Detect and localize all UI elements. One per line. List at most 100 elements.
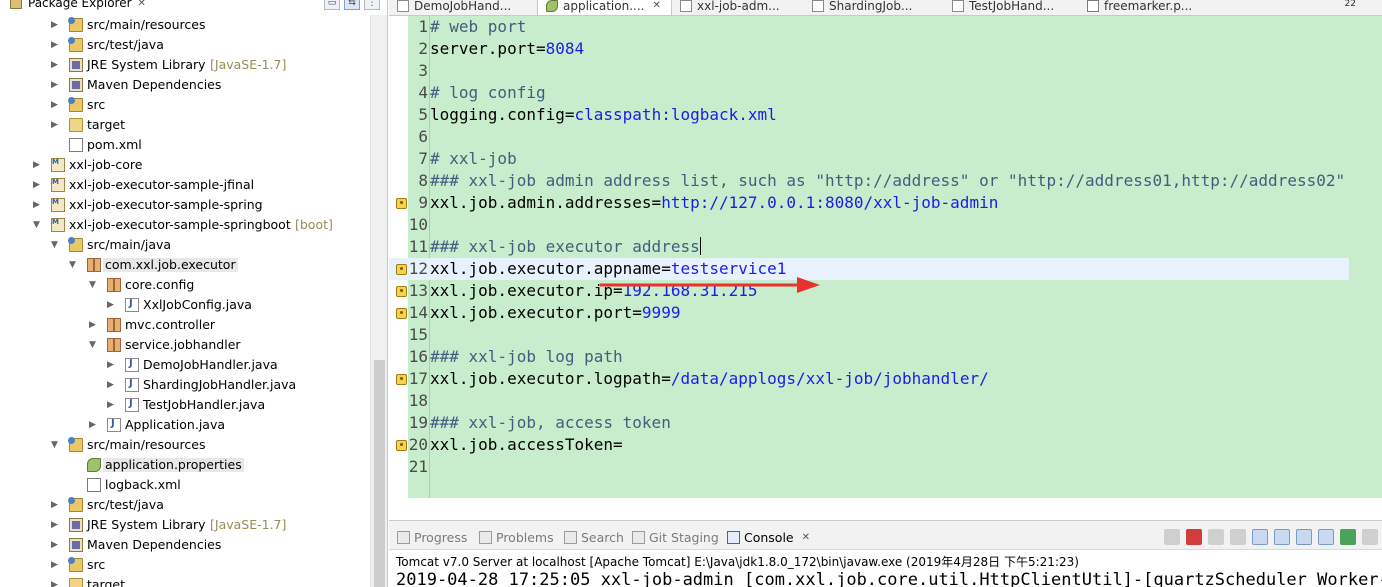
tree-item[interactable]: ▶ xxl-job-executor-sample-spring (0, 195, 370, 215)
tree-item[interactable]: ▶ Maven Dependencies (0, 75, 370, 95)
scroll-lock-icon[interactable] (1252, 529, 1268, 545)
chevron-right-icon[interactable]: ▶ (51, 59, 61, 71)
code-line[interactable]: 11 ### xxl-job executor address (409, 236, 1382, 258)
code-line[interactable]: 7 # xxl-job (418, 148, 1382, 170)
chevron-right-icon[interactable]: ▶ (33, 159, 43, 171)
tree-item[interactable]: ▼ com.xxl.job.executor (0, 255, 370, 275)
editor-tab[interactable]: freemarker.p... (1079, 0, 1229, 15)
tree-item[interactable]: ▶ xxl-job-core (0, 155, 370, 175)
code-line[interactable]: 13 xxl.job.executor.ip=192.168.31.215 (396, 280, 1382, 302)
chevron-right-icon[interactable]: ▶ (33, 179, 43, 191)
tree-item[interactable]: ▶ Maven Dependencies (0, 535, 370, 555)
pin-console-icon[interactable] (1340, 529, 1356, 545)
tab-console[interactable]: Console ✕ (727, 528, 810, 546)
code-line[interactable]: 15 (409, 324, 1382, 346)
tree-item[interactable]: ▶ JRE System Library [JavaSE-1.7] (0, 55, 370, 75)
code-line[interactable]: 5 logging.config=classpath:logback.xml (418, 104, 1382, 126)
code-line[interactable]: 8 ### xxl-job admin address list, such as… (418, 170, 1382, 192)
clear-console-icon[interactable] (1230, 529, 1246, 545)
editor-tab[interactable]: xxl-job-adm... (672, 0, 804, 15)
code-line[interactable]: 20 xxl.job.accessToken= (396, 434, 1382, 456)
terminate-icon[interactable] (1186, 529, 1202, 545)
tree-item[interactable]: ▶ ShardingJobHandler.java (0, 375, 370, 395)
chevron-right-icon[interactable]: ▶ (51, 519, 61, 531)
editor-tab[interactable]: DemoJobHand... (389, 0, 537, 15)
warning-marker-icon[interactable] (396, 308, 407, 319)
chevron-right-icon[interactable]: ▶ (51, 99, 61, 111)
warning-marker-icon[interactable] (396, 198, 407, 209)
code-line[interactable]: 4 # log config (418, 82, 1382, 104)
tree-item[interactable]: application.properties (0, 455, 370, 475)
code-line[interactable]: 2 server.port=8084 (418, 38, 1382, 60)
code-line[interactable]: 16 ### xxl-job log path (409, 346, 1382, 368)
tree-item[interactable]: ▶ target (0, 115, 370, 135)
collapse-all-icon[interactable]: ▭ (324, 0, 340, 10)
code-line[interactable]: 9 xxl.job.admin.addresses=http://127.0.0.… (396, 192, 1382, 214)
chevron-right-icon[interactable]: ▶ (51, 539, 61, 551)
code-line[interactable]: 1 # web port (418, 16, 1382, 38)
chevron-right-icon[interactable]: ▶ (107, 379, 117, 391)
tree-item[interactable]: ▶ src (0, 95, 370, 115)
tab-git-staging[interactable]: Git Staging (632, 528, 719, 546)
editor-tab[interactable]: ShardingJob... (804, 0, 944, 15)
tree-item[interactable]: ▼ src/main/java (0, 235, 370, 255)
properties-editor[interactable]: 1 # web port 2 server.port=8084 3 4 # log conf… (389, 16, 1382, 498)
chevron-right-icon[interactable]: ▶ (51, 119, 61, 131)
warning-marker-icon[interactable] (396, 440, 407, 451)
code-line[interactable]: 14 xxl.job.executor.port=9999 (396, 302, 1382, 324)
chevron-right-icon[interactable]: ▶ (51, 559, 61, 571)
chevron-right-icon[interactable]: ▶ (89, 319, 99, 331)
code-line[interactable]: 12 xxl.job.executor.appname=testservice1 (396, 258, 1382, 280)
chevron-right-icon[interactable]: ▶ (51, 499, 61, 511)
tab-search[interactable]: Search (564, 528, 624, 546)
code-line[interactable]: 19 ### xxl-job, access token (409, 412, 1382, 434)
chevron-down-icon[interactable]: ▼ (51, 239, 61, 251)
tab-progress[interactable]: Progress (397, 528, 467, 546)
chevron-right-icon[interactable]: ▶ (51, 19, 61, 31)
display-selected-console-icon[interactable] (1318, 529, 1334, 545)
code-line[interactable]: 17 xxl.job.executor.logpath=/data/applogs… (396, 368, 1382, 390)
tree-item[interactable]: ▶ DemoJobHandler.java (0, 355, 370, 375)
code-area[interactable]: 1 # web port 2 server.port=8084 3 4 # log conf… (396, 16, 1382, 478)
hidden-tab-count[interactable]: 22 (1345, 0, 1356, 9)
tab-problems[interactable]: Problems (479, 528, 554, 546)
tree-item[interactable]: ▶ src/main/resources (0, 15, 370, 35)
close-icon[interactable]: ✕ (802, 532, 810, 543)
chevron-right-icon[interactable]: ▶ (51, 39, 61, 51)
chevron-down-icon[interactable]: ▼ (89, 339, 99, 351)
tree-item[interactable]: ▼ src/main/resources (0, 435, 370, 455)
tree-item[interactable]: ▼ xxl-job-executor-sample-springboot [boot… (0, 215, 370, 235)
editor-tab[interactable]: TestJobHand... (944, 0, 1079, 15)
open-console-icon[interactable] (1362, 529, 1378, 545)
chevron-down-icon[interactable]: ▼ (33, 219, 43, 231)
remove-all-terminated-icon[interactable] (1208, 529, 1224, 545)
close-icon[interactable]: ✕ (652, 0, 660, 11)
chevron-right-icon[interactable]: ▶ (107, 399, 117, 411)
tree-item[interactable]: ▶ src/test/java (0, 35, 370, 55)
show-console-on-output-icon[interactable] (1296, 529, 1312, 545)
chevron-right-icon[interactable]: ▶ (51, 79, 61, 91)
editor-tab[interactable]: application.... ✕ (537, 0, 672, 15)
code-line[interactable]: 3 (418, 60, 1382, 82)
tree-item[interactable]: ▶ src (0, 555, 370, 575)
tree-item[interactable]: logback.xml (0, 475, 370, 495)
tree-item[interactable]: ▶ src/test/java (0, 495, 370, 515)
tree-item[interactable]: ▶ JRE System Library [JavaSE-1.7] (0, 515, 370, 535)
chevron-down-icon[interactable]: ▼ (89, 279, 99, 291)
warning-marker-icon[interactable] (396, 286, 407, 297)
view-menu-icon[interactable]: ⋮ (364, 0, 380, 10)
warning-marker-icon[interactable] (396, 374, 407, 385)
tree-item[interactable]: ▶ xxl-job-executor-sample-jfinal (0, 175, 370, 195)
code-line[interactable]: 21 (409, 456, 1382, 478)
close-icon[interactable]: ✕ (138, 0, 146, 9)
tree-item[interactable]: ▶ target (0, 575, 370, 587)
chevron-right-icon[interactable]: ▶ (107, 359, 117, 371)
tree-item[interactable]: ▼ service.jobhandler (0, 335, 370, 355)
tree-item[interactable]: ▶ mvc.controller (0, 315, 370, 335)
tab-package-explorer[interactable]: Package Explorer ✕ (0, 0, 146, 12)
chevron-down-icon[interactable]: ▼ (69, 259, 79, 271)
chevron-down-icon[interactable]: ▼ (51, 439, 61, 451)
tree-item[interactable]: pom.xml (0, 135, 370, 155)
chevron-right-icon[interactable]: ▶ (33, 199, 43, 211)
explorer-scrollbar[interactable] (370, 15, 387, 587)
